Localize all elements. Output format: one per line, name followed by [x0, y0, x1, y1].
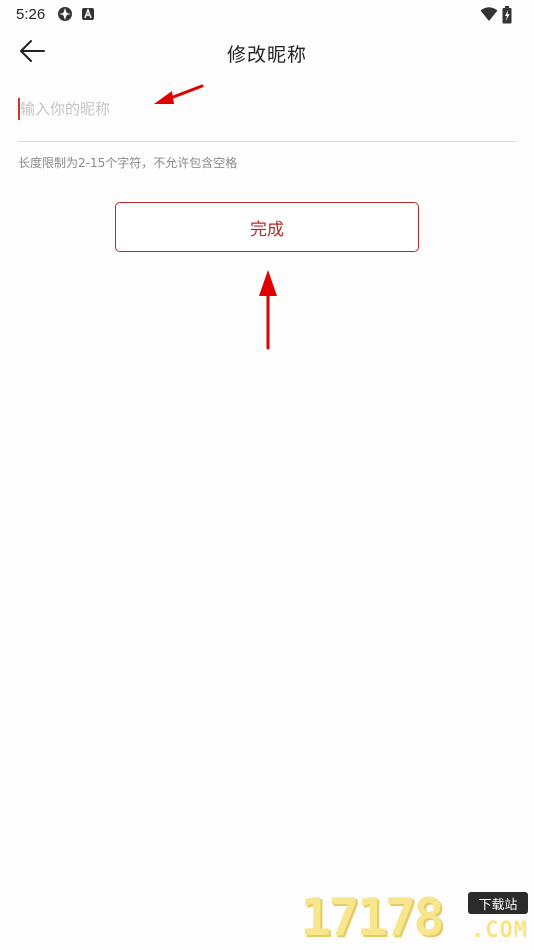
app-notification-icon — [57, 6, 73, 22]
nickname-input[interactable] — [18, 88, 516, 130]
annotation-arrow-up-icon — [259, 270, 277, 350]
watermark-logo: 17178 下载站 .COM — [300, 888, 530, 948]
status-time: 5:26 — [16, 5, 46, 23]
watermark-domain: .COM — [471, 918, 528, 943]
header: 修改昵称 — [0, 28, 534, 78]
back-button[interactable] — [12, 36, 52, 70]
status-right-icons — [480, 6, 518, 24]
battery-charging-icon — [502, 6, 518, 24]
a-notification-icon — [81, 6, 97, 22]
status-left-icons — [57, 6, 97, 22]
screen: 5:26 修改昵称 输入你的昵称 长度限制为2-15个字符，不允许包含空格 完成… — [0, 0, 534, 950]
page-title: 修改昵称 — [226, 43, 307, 66]
watermark-digits: 17178 — [300, 888, 445, 948]
status-bar: 5:26 — [0, 0, 534, 28]
done-button[interactable]: 完成 — [115, 202, 419, 252]
nickname-hint: 长度限制为2-15个字符，不允许包含空格 — [18, 156, 238, 170]
text-caret — [18, 98, 20, 120]
arrow-left-icon — [18, 39, 46, 67]
watermark-badge: 下载站 — [468, 892, 528, 914]
nickname-input-wrap — [18, 88, 516, 142]
annotation-arrow-left-icon — [154, 84, 204, 104]
wifi-icon — [480, 6, 498, 22]
